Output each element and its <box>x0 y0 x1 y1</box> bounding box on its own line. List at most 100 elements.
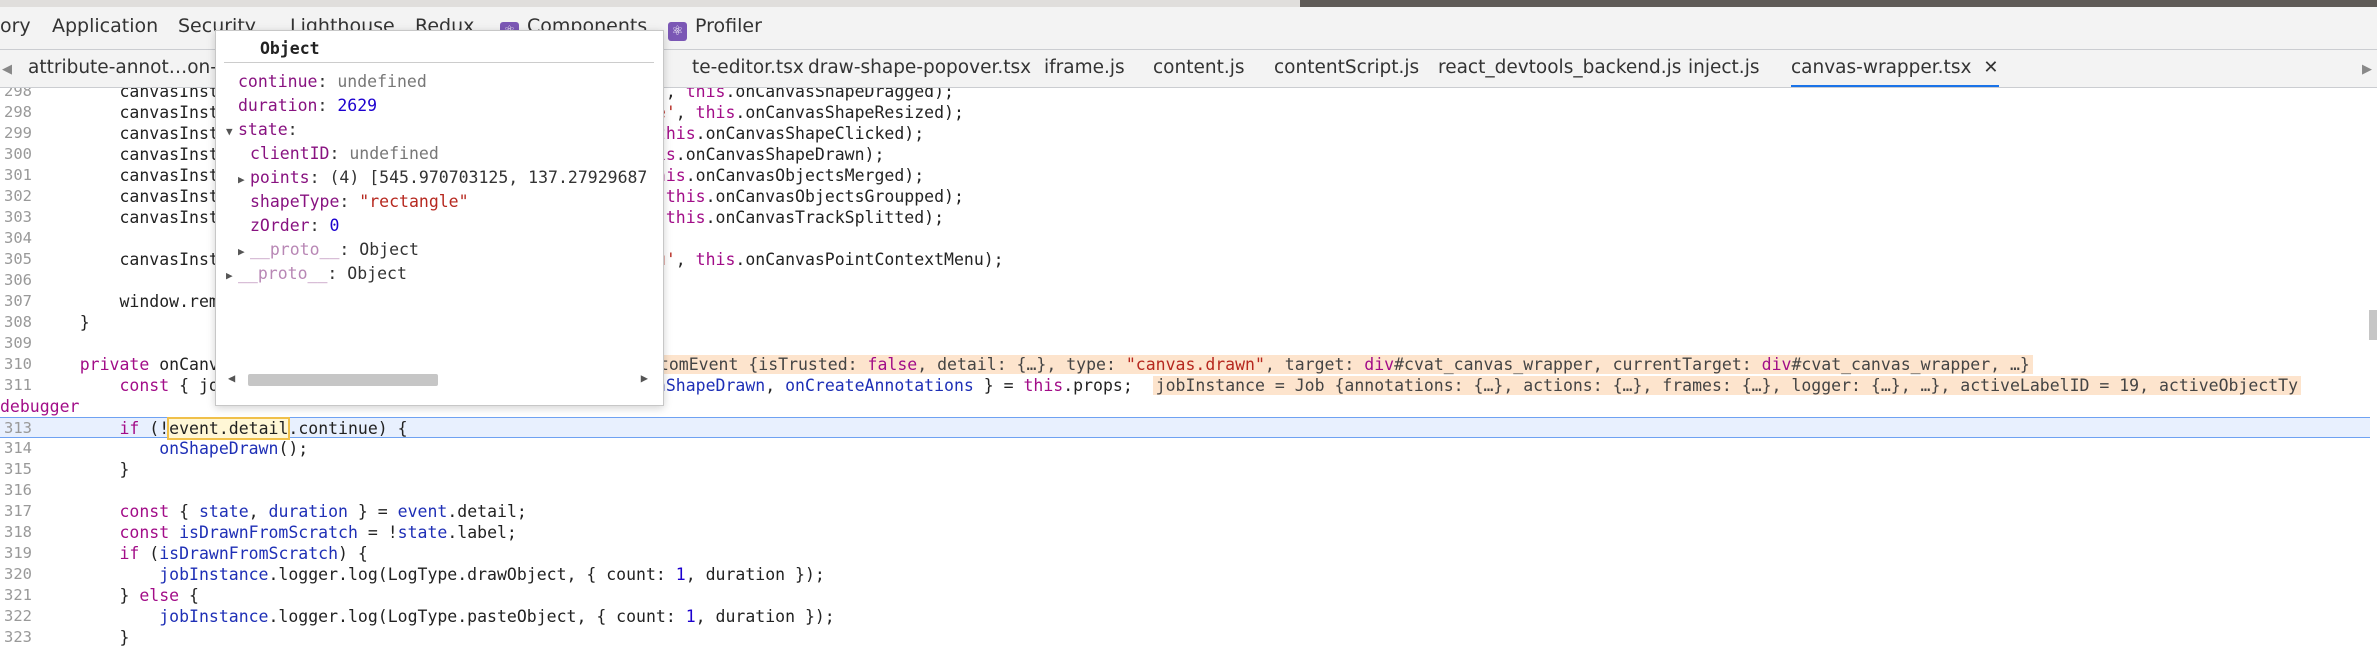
property-key: clientID <box>250 144 330 163</box>
popover-property-row: duration: 2629 <box>226 95 377 117</box>
line-number[interactable]: 319 <box>0 543 32 564</box>
tabs-right-arrow-icon[interactable]: ▶ <box>2362 62 2372 77</box>
code-line[interactable]: 323 } <box>0 627 2370 648</box>
line-number[interactable]: 309 <box>0 333 32 354</box>
line-number[interactable]: 318 <box>0 522 32 543</box>
line-number[interactable]: 320 <box>0 564 32 585</box>
popover-property-row[interactable]: ▶ points: (4) [545.970703125, 137.2792968… <box>238 167 647 189</box>
file-tab[interactable]: draw-shape-popover.tsx <box>808 57 1031 78</box>
colon: : <box>317 96 338 115</box>
property-key: __proto__ <box>238 264 328 283</box>
colon: : <box>329 144 350 163</box>
line-number[interactable]: 310 <box>0 354 32 375</box>
colon: : <box>339 240 360 259</box>
property-value: 2629 <box>337 96 378 115</box>
code-line[interactable]: 313 if (!event.detail.continue) { <box>0 417 2370 440</box>
popover-title: Object <box>224 39 654 63</box>
popover-property-row[interactable]: ▼ state: <box>226 119 308 141</box>
property-key: __proto__ <box>250 240 340 259</box>
property-value: undefined <box>349 144 439 163</box>
property-value: Object <box>359 240 419 259</box>
line-number[interactable]: 317 <box>0 501 32 522</box>
line-number[interactable]: 303 <box>0 207 32 228</box>
line-number[interactable]: 311 <box>0 375 32 396</box>
code-line[interactable]: 316 <box>0 480 2370 501</box>
line-number[interactable]: 298 <box>0 88 32 102</box>
file-tab[interactable]: attribute-annot…on-sid <box>28 57 243 78</box>
panel-tab-application[interactable]: Application <box>52 15 158 37</box>
line-number[interactable]: 308 <box>0 312 32 333</box>
file-tab[interactable]: react_devtools_backend.js <box>1438 57 1681 78</box>
line-number[interactable]: 299 <box>0 123 32 144</box>
expanded-triangle-icon[interactable]: ▼ <box>226 121 238 143</box>
property-value: 0 <box>329 216 340 235</box>
code-text: jobInstance.logger.log(LogType.pasteObje… <box>159 607 835 626</box>
collapsed-triangle-icon[interactable]: ▶ <box>238 241 250 263</box>
file-tab[interactable]: inject.js <box>1688 57 1759 78</box>
line-number[interactable]: 300 <box>0 144 32 165</box>
popover-property-row[interactable]: ▶ __proto__: Object <box>238 239 419 261</box>
line-number[interactable]: 302 <box>0 186 32 207</box>
popover-horizontal-scrollbar[interactable]: ◀ ▶ <box>228 371 648 387</box>
code-text: debugger <box>0 397 80 416</box>
popover-property-row: zOrder: 0 <box>238 215 339 237</box>
colon: : <box>287 120 308 139</box>
line-number[interactable]: 298 <box>0 102 32 123</box>
property-value: "rectangle" <box>359 192 469 211</box>
code-text: const isDrawnFromScratch = !state.label; <box>119 523 517 542</box>
code-line[interactable]: 322 jobInstance.logger.log(LogType.paste… <box>0 606 2370 627</box>
file-tab[interactable]: te-editor.tsx <box>692 57 804 78</box>
property-value: Object <box>347 264 407 283</box>
line-number[interactable]: 301 <box>0 165 32 186</box>
code-line[interactable]: 314 onShapeDrawn(); <box>0 438 2370 459</box>
line-number[interactable]: 322 <box>0 606 32 627</box>
line-number[interactable]: 315 <box>0 459 32 480</box>
browser-top-strip <box>0 0 2377 7</box>
line-number[interactable]: 307 <box>0 291 32 312</box>
line-number[interactable]: 321 <box>0 585 32 606</box>
collapsed-triangle-icon[interactable]: ▶ <box>238 169 250 191</box>
property-key: state <box>238 120 288 139</box>
code-line[interactable]: 318 const isDrawnFromScratch = !state.la… <box>0 522 2370 543</box>
colon: : <box>317 72 338 91</box>
file-tab[interactable]: iframe.js <box>1044 57 1125 78</box>
line-number[interactable]: 316 <box>0 480 32 501</box>
code-line[interactable]: 317 const { state, duration } = event.de… <box>0 501 2370 522</box>
file-tab-label: canvas-wrapper.tsx <box>1791 57 1972 78</box>
line-number[interactable]: 305 <box>0 249 32 270</box>
file-tab[interactable]: contentScript.js <box>1274 57 1419 78</box>
scroll-right-icon[interactable]: ▶ <box>641 371 648 385</box>
collapsed-triangle-icon[interactable]: ▶ <box>226 265 238 287</box>
code-text: if (isDrawnFromScratch) { <box>119 544 368 563</box>
file-tab-label: te-editor.tsx <box>692 57 804 78</box>
code-text: window.rem <box>40 292 219 311</box>
property-key: duration <box>238 96 318 115</box>
line-number[interactable]: 323 <box>0 627 32 648</box>
code-line[interactable]: 319 if (isDrawnFromScratch) { <box>0 543 2370 564</box>
tabs-left-arrow-icon[interactable]: ◀ <box>2 62 12 77</box>
close-tab-icon[interactable]: ✕ <box>1983 57 1998 78</box>
line-number[interactable]: 313 <box>0 418 32 439</box>
file-tab[interactable]: content.js <box>1153 57 1245 78</box>
code-line[interactable]: 321 } else { <box>0 585 2370 606</box>
popover-property-row: clientID: undefined <box>238 143 439 165</box>
popover-property-row[interactable]: ▶ __proto__: Object <box>226 263 407 285</box>
panel-tab-ory[interactable]: ory <box>0 15 31 37</box>
line-number[interactable]: 306 <box>0 270 32 291</box>
scroll-left-icon[interactable]: ◀ <box>228 371 235 385</box>
code-text: } <box>40 313 90 332</box>
code-line[interactable]: 315 } <box>0 459 2370 480</box>
panel-tab-profiler[interactable]: ⚛ Profiler <box>668 15 762 41</box>
editor-vertical-scrollbar[interactable] <box>2369 310 2377 340</box>
code-line[interactable]: 320 jobInstance.logger.log(LogType.drawO… <box>0 564 2370 585</box>
colon: : <box>309 168 330 187</box>
line-number[interactable]: 304 <box>0 228 32 249</box>
file-tab-label: react_devtools_backend.js <box>1438 57 1682 78</box>
file-tab-label: attribute-annot…on-sid <box>28 57 244 78</box>
code-text: } <box>40 628 130 647</box>
property-key: zOrder <box>250 216 310 235</box>
panel-tab-label: Application <box>52 15 159 37</box>
file-tab[interactable]: canvas-wrapper.tsx ✕ <box>1791 57 1999 87</box>
popover-scroll-thumb[interactable] <box>248 374 438 386</box>
line-number[interactable]: 314 <box>0 438 32 459</box>
